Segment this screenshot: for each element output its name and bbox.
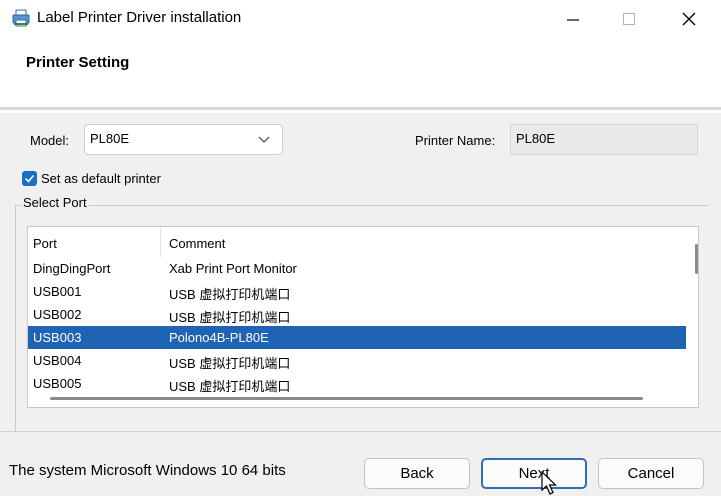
horizontal-scrollbar[interactable] [50, 397, 643, 400]
column-header-comment[interactable]: Comment [169, 236, 225, 251]
model-select-value: PL80E [90, 131, 130, 146]
printer-icon [12, 9, 30, 27]
model-select[interactable]: PL80E [84, 124, 283, 155]
wizard-footer: The system Microsoft Windows 10 64 bits … [0, 431, 721, 496]
comment-cell: Polono4B-PL80E [169, 330, 269, 345]
wizard-header: Printer Setting [0, 38, 721, 110]
maximize-button[interactable] [604, 0, 654, 38]
close-button[interactable] [664, 0, 714, 38]
comment-cell: USB 虚拟打印机端口 [169, 310, 291, 325]
default-printer-row[interactable]: Set as default printer [22, 171, 161, 186]
close-icon [682, 12, 696, 26]
model-label: Model: [30, 133, 70, 148]
maximize-icon [623, 13, 635, 25]
system-info-text: The system Microsoft Windows 10 64 bits [9, 462, 286, 479]
select-port-label: Select Port [21, 195, 89, 210]
window-title: Label Printer Driver installation [37, 9, 242, 26]
port-cell: USB002 [33, 307, 82, 322]
table-row-selected[interactable]: USB003 Polono4B-PL80E [28, 326, 686, 349]
vertical-scrollbar[interactable] [695, 244, 698, 274]
printer-name-field[interactable]: PL80E [510, 124, 698, 155]
port-cell: DingDingPort [33, 261, 111, 276]
checkmark-icon [24, 174, 35, 183]
back-button[interactable]: Back [364, 458, 470, 489]
select-port-group: Select Port Port Comment DingDingPort Xa… [15, 195, 708, 431]
comment-cell: USB 虚拟打印机端口 [169, 379, 291, 394]
comment-cell: Xab Print Port Monitor [169, 261, 297, 276]
printer-name-label: Printer Name: [415, 133, 496, 148]
port-list-header: Port Comment [28, 227, 698, 257]
printer-name-value: PL80E [516, 131, 556, 146]
column-header-port[interactable]: Port [33, 236, 57, 251]
cancel-button[interactable]: Cancel [598, 458, 704, 489]
port-cell: USB005 [33, 376, 82, 391]
table-row[interactable]: USB004 USB 虚拟打印机端口 [28, 349, 686, 372]
port-cell: USB004 [33, 353, 82, 368]
comment-cell: USB 虚拟打印机端口 [169, 287, 291, 302]
table-row[interactable]: USB005 USB 虚拟打印机端口 [28, 372, 686, 395]
wizard-content: Model: PL80E Printer Name: PL80E Set as … [0, 113, 721, 431]
chevron-down-icon [258, 136, 270, 143]
table-row[interactable]: DingDingPort Xab Print Port Monitor [28, 257, 686, 280]
default-printer-checkbox[interactable] [22, 171, 37, 186]
port-list[interactable]: Port Comment DingDingPort Xab Print Port… [27, 226, 699, 408]
default-printer-label: Set as default printer [41, 171, 161, 186]
column-separator[interactable] [160, 227, 161, 257]
minimize-icon [567, 19, 579, 21]
minimize-button[interactable] [548, 0, 598, 38]
comment-cell: USB 虚拟打印机端口 [169, 356, 291, 371]
table-row[interactable]: USB002 USB 虚拟打印机端口 [28, 303, 686, 326]
port-cell: USB001 [33, 284, 82, 299]
port-cell: USB003 [33, 330, 82, 345]
next-button[interactable]: Next [481, 458, 587, 489]
title-bar: Label Printer Driver installation [0, 0, 721, 38]
page-title: Printer Setting [26, 54, 130, 71]
mouse-cursor-icon [541, 471, 557, 495]
table-row[interactable]: USB001 USB 虚拟打印机端口 [28, 280, 686, 303]
